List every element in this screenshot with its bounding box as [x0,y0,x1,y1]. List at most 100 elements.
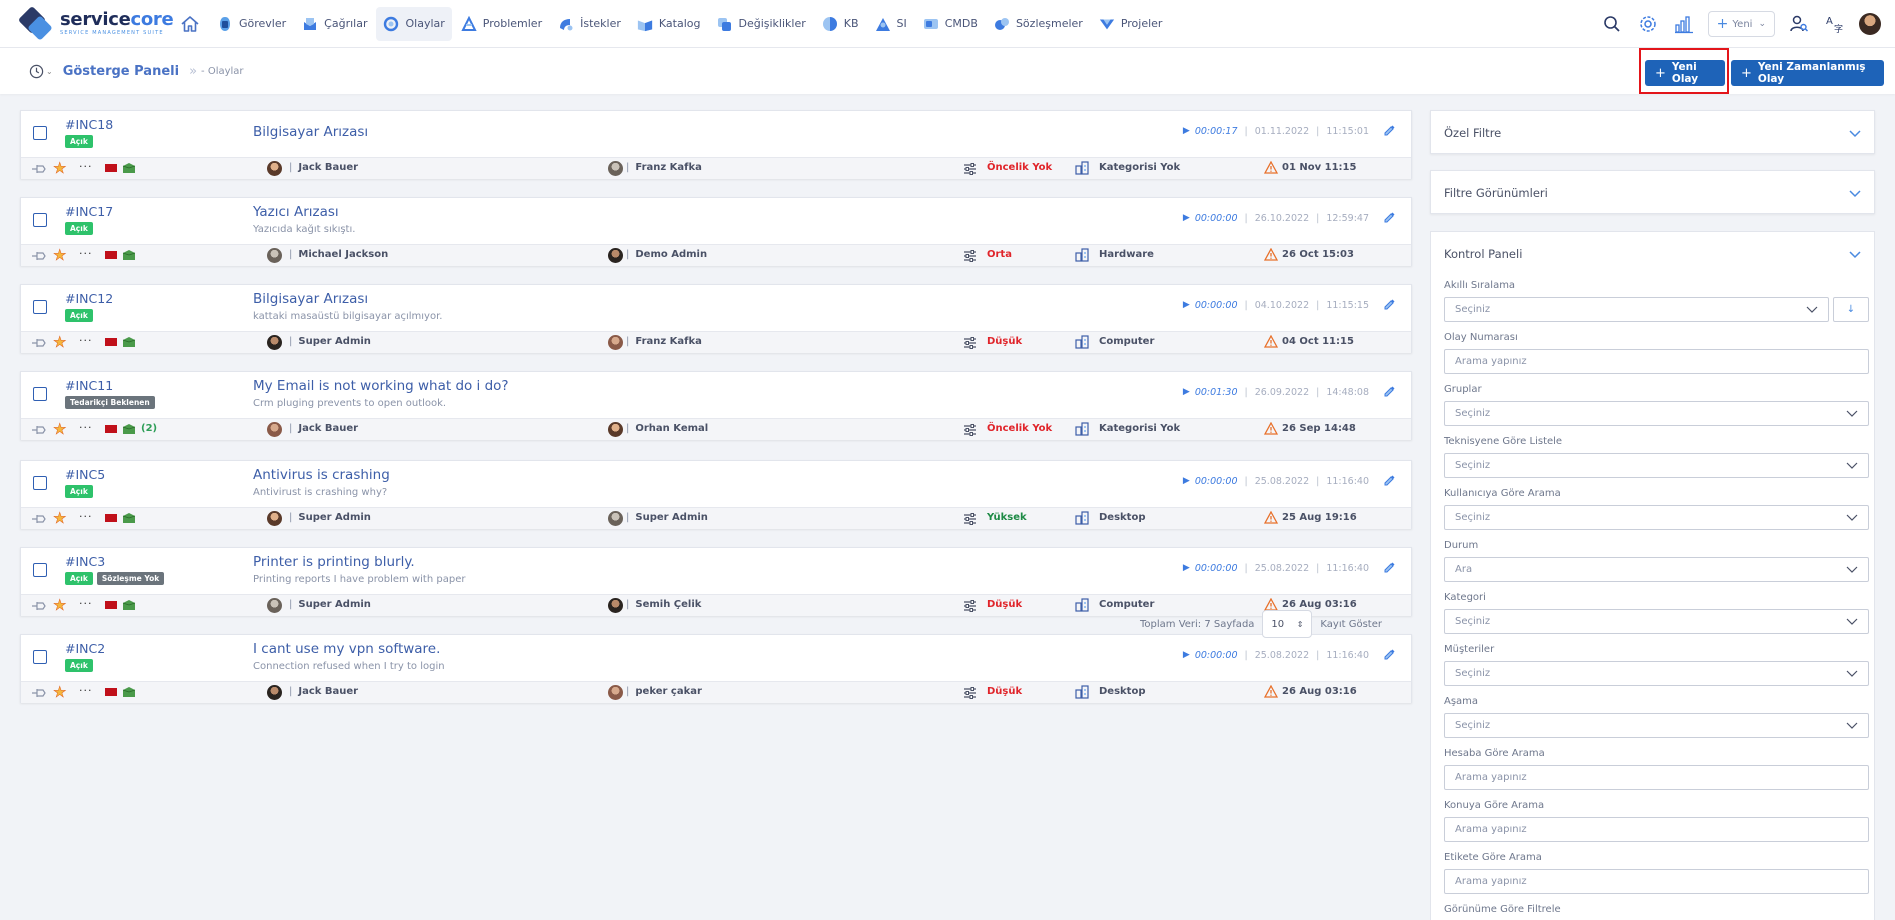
more-options-icon[interactable]: ··· [79,334,93,347]
filter-select[interactable]: Ara [1444,557,1869,582]
row-checkbox[interactable] [33,213,47,227]
nav-item-requests[interactable]: İstekler [551,7,628,41]
filter-views-panel[interactable]: Filtre Görünümleri [1430,170,1875,214]
incident-title-link[interactable]: Bilgisayar Arızası [253,124,368,140]
nav-item-problems[interactable]: Problemler [454,7,549,41]
play-icon[interactable]: ▶ [1183,476,1190,486]
edit-icon[interactable] [1381,473,1397,489]
edit-icon[interactable] [1381,560,1397,576]
assignee-name[interactable]: | Super Admin [289,336,371,347]
chevron-down-icon[interactable] [1848,126,1862,140]
star-icon[interactable]: ★ [53,597,67,614]
incident-id-link[interactable]: #INC3 [65,554,105,569]
filter-input[interactable]: Arama yapınız [1444,349,1869,374]
sort-direction-button[interactable]: ↓ [1833,297,1869,322]
filter-select[interactable]: Seçiniz [1444,297,1829,322]
assignee-name[interactable]: | Jack Bauer [289,686,358,697]
incident-row[interactable]: #INC11 Tedarikçi Beklenen My Email is not … [20,371,1412,440]
star-icon[interactable]: ★ [53,421,67,438]
play-icon[interactable]: ▶ [1183,563,1190,573]
nav-item-catalog[interactable]: Katalog [630,7,708,41]
reports-chart-icon[interactable] [1672,12,1696,36]
incident-id-link[interactable]: #INC17 [65,204,113,219]
pin-icon[interactable] [31,599,47,613]
pin-icon[interactable] [31,512,47,526]
pin-icon[interactable] [31,336,47,350]
star-icon[interactable]: ★ [53,334,67,351]
assignee-name[interactable]: | Jack Bauer [289,162,358,173]
row-checkbox[interactable] [33,300,47,314]
filter-select[interactable]: Seçiniz [1444,453,1869,478]
breadcrumb-dashboard-link[interactable]: Gösterge Paneli [63,64,179,79]
new-scheduled-incident-button[interactable]: + Yeni Zamanlanmış Olay [1731,60,1884,86]
history-icon[interactable] [28,63,44,79]
nav-item-tasks[interactable]: Görevler [210,7,293,41]
page-size-select[interactable]: 10 ⇕ [1262,610,1313,638]
nav-item-incidents[interactable]: Olaylar [376,6,452,41]
assignee-name[interactable]: | Michael Jackson [289,249,388,260]
star-icon[interactable]: ★ [53,684,67,701]
row-checkbox[interactable] [33,126,47,140]
incident-row[interactable]: #INC3 Açık Sözleşme Yok Printer is printing… [20,547,1412,616]
pin-icon[interactable] [31,162,47,176]
more-options-icon[interactable]: ··· [79,160,93,173]
incident-title-link[interactable]: Bilgisayar Arızası [253,291,368,307]
filter-select[interactable]: Seçiniz [1444,661,1869,686]
play-icon[interactable]: ▶ [1183,650,1190,660]
nav-item-calls[interactable]: Çağrılar [295,7,374,41]
play-icon[interactable]: ▶ [1183,300,1190,310]
incident-title-link[interactable]: Antivirus is crashing [253,467,390,483]
more-options-icon[interactable]: ··· [79,597,93,610]
requester-name[interactable]: | Demo Admin [626,249,707,260]
incident-row[interactable]: #INC12 Açık Bilgisayar Arızası kattaki masa… [20,284,1412,353]
requester-name[interactable]: | peker çakar [626,686,702,697]
filter-select[interactable]: Seçiniz [1444,713,1869,738]
incident-id-link[interactable]: #INC5 [65,467,105,482]
star-icon[interactable]: ★ [53,247,67,264]
requester-name[interactable]: | Semih Çelik [626,599,701,610]
nav-item-contracts[interactable]: Sözleşmeler [987,7,1090,41]
edit-icon[interactable] [1381,123,1397,139]
assignee-name[interactable]: | Jack Bauer [289,423,358,434]
incident-id-link[interactable]: #INC2 [65,641,105,656]
chevron-down-icon[interactable] [1848,247,1862,261]
control-panel-header[interactable]: Kontrol Paneli [1431,232,1874,276]
nav-item-cmdb[interactable]: CMDB [916,7,985,41]
edit-icon[interactable] [1381,384,1397,400]
search-icon[interactable] [1600,12,1624,36]
user-avatar[interactable] [1859,13,1881,35]
incident-title-link[interactable]: Printer is printing blurly. [253,554,415,570]
incident-row[interactable]: #INC18 Açık Bilgisayar Arızası ▶ 00:00:17 | 01… [20,110,1412,179]
history-chevron-icon[interactable]: ⌄ [46,67,53,76]
incident-row[interactable]: #INC5 Açık Antivirus is crashing Antivirust… [20,460,1412,529]
special-filter-panel[interactable]: Özel Filtre [1430,110,1875,154]
pin-icon[interactable] [31,249,47,263]
incident-id-link[interactable]: #INC12 [65,291,113,306]
more-options-icon[interactable]: ··· [79,684,93,697]
home-icon[interactable] [178,12,202,36]
pin-icon[interactable] [31,686,47,700]
filter-select[interactable]: Seçiniz [1444,609,1869,634]
filter-select[interactable]: Seçiniz [1444,505,1869,530]
star-icon[interactable]: ★ [53,160,67,177]
edit-icon[interactable] [1381,210,1397,226]
nav-item-si[interactable]: SI [868,7,914,41]
requester-name[interactable]: | Super Admin [626,512,708,523]
incident-title-link[interactable]: My Email is not working what do i do? [253,378,509,394]
incident-title-link[interactable]: I cant use my vpn software. [253,641,440,657]
requester-name[interactable]: | Franz Kafka [626,336,702,347]
more-options-icon[interactable]: ··· [79,510,93,523]
assignee-name[interactable]: | Super Admin [289,599,371,610]
incident-id-link[interactable]: #INC11 [65,378,113,393]
more-options-icon[interactable]: ··· [79,421,93,434]
edit-icon[interactable] [1381,647,1397,663]
chevron-down-icon[interactable] [1848,186,1862,200]
filter-input[interactable]: Arama yapınız [1444,817,1869,842]
row-checkbox[interactable] [33,476,47,490]
new-dropdown[interactable]: + Yeni ⌄ [1707,11,1775,37]
play-icon[interactable]: ▶ [1183,387,1190,397]
incident-row[interactable]: #INC2 Açık I cant use my vpn software. Conn… [20,634,1412,703]
pin-icon[interactable] [31,423,47,437]
incident-title-link[interactable]: Yazıcı Arızası [253,204,339,220]
play-icon[interactable]: ▶ [1183,213,1190,223]
